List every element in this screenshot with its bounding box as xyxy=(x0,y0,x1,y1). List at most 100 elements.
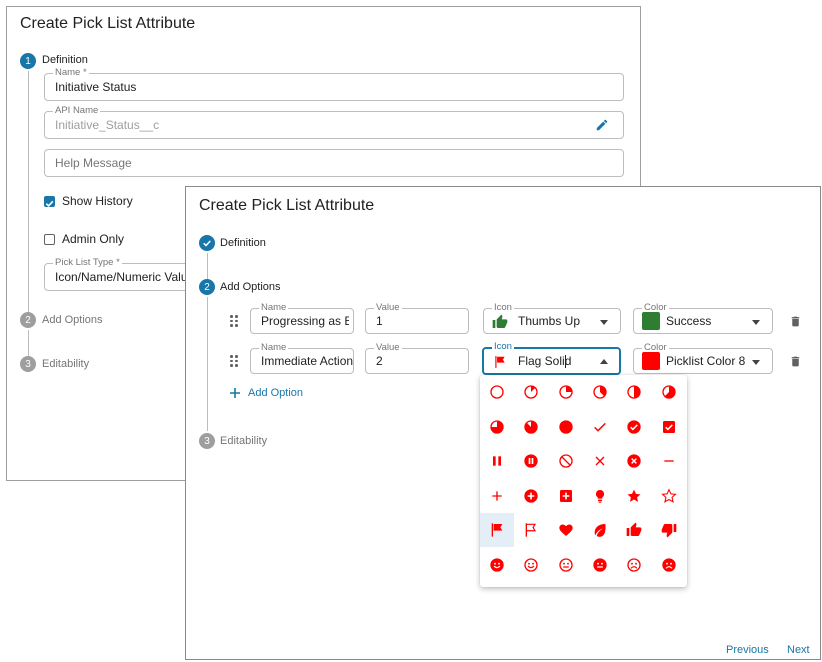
flag-outline-icon xyxy=(525,523,537,537)
plus-icon xyxy=(230,388,240,398)
circle-quarter-icon xyxy=(558,385,573,399)
icon-option-pause[interactable] xyxy=(480,444,514,478)
option-color-value: Picklist Color 8 xyxy=(666,354,746,368)
show-history-checkbox[interactable] xyxy=(44,196,55,208)
minus-icon xyxy=(663,460,674,462)
icon-option-thumbs-down[interactable] xyxy=(652,513,686,547)
step-editability-label[interactable]: Editability xyxy=(42,358,89,370)
option-value-value: 1 xyxy=(376,314,383,328)
drag-handle-icon[interactable] xyxy=(230,315,238,327)
icon-option-meh-outline[interactable] xyxy=(549,548,583,582)
icon-option-circle-three-eighths[interactable] xyxy=(583,375,617,409)
option-icon-label: Icon xyxy=(492,341,514,353)
plus-circle-icon xyxy=(524,488,538,503)
icon-option-circle-eighth[interactable] xyxy=(514,375,548,409)
step-editability-label[interactable]: Editability xyxy=(220,435,267,447)
drag-handle-icon[interactable] xyxy=(230,355,238,367)
option-name-label: Name xyxy=(259,302,289,314)
previous-button[interactable]: Previous xyxy=(726,644,769,656)
icon-option-times[interactable] xyxy=(583,444,617,478)
icon-option-circle-empty[interactable] xyxy=(480,375,514,409)
admin-only-checkbox[interactable] xyxy=(44,234,55,245)
option-value-field[interactable]: Value 2 xyxy=(365,342,469,374)
option-icon-select[interactable]: Icon Thumbs Up xyxy=(483,302,621,334)
icon-option-lightbulb[interactable] xyxy=(583,479,617,513)
meh-solid-icon xyxy=(593,557,607,572)
circle-three-eighths-icon xyxy=(593,385,607,399)
step-add-options-label[interactable]: Add Options xyxy=(220,281,281,293)
icon-option-flag-solid[interactable] xyxy=(480,513,514,547)
step-definition-label[interactable]: Definition xyxy=(220,237,266,249)
icon-option-circle-full[interactable] xyxy=(549,410,583,444)
step-definition-label[interactable]: Definition xyxy=(42,54,88,66)
icon-option-smile-solid[interactable] xyxy=(480,548,514,582)
icon-option-frown-outline[interactable] xyxy=(617,548,651,582)
icon-option-check-circle[interactable] xyxy=(617,410,651,444)
trash-icon[interactable] xyxy=(789,314,802,329)
help-message-field[interactable]: Help Message xyxy=(44,149,624,177)
option-value-field[interactable]: Value 1 xyxy=(365,302,469,334)
circle-empty-icon xyxy=(490,385,504,399)
icon-option-plus-square[interactable] xyxy=(549,479,583,513)
icon-option-meh-solid[interactable] xyxy=(583,548,617,582)
icon-option-times-circle[interactable] xyxy=(617,444,651,478)
chevron-up-icon xyxy=(600,359,608,364)
icon-option-heart[interactable] xyxy=(549,513,583,547)
option-name-field[interactable]: Name Progressing as Exp xyxy=(250,302,354,334)
pause-icon xyxy=(493,456,501,466)
smile-solid-icon xyxy=(490,557,504,572)
check-square-icon xyxy=(662,420,675,433)
icon-option-star-solid[interactable] xyxy=(617,479,651,513)
option-color-value: Success xyxy=(666,314,712,328)
icon-option-frown-solid[interactable] xyxy=(652,548,686,582)
option-icon-select-open[interactable]: Icon Flag Solid xyxy=(482,341,621,375)
pencil-icon[interactable] xyxy=(595,118,609,132)
step-add-options-label[interactable]: Add Options xyxy=(42,314,103,326)
chevron-down-icon xyxy=(600,320,608,325)
option-color-select[interactable]: Color Success xyxy=(633,302,773,334)
text-cursor xyxy=(565,355,566,368)
icon-option-ban[interactable] xyxy=(549,444,583,478)
trash-icon[interactable] xyxy=(789,354,802,369)
frown-outline-icon xyxy=(627,557,641,572)
circle-full-icon xyxy=(558,419,573,434)
icon-option-circle-half[interactable] xyxy=(617,375,651,409)
icon-option-circle-five-eighths[interactable] xyxy=(652,375,686,409)
smile-outline-icon xyxy=(524,557,538,572)
thumbs-up-icon xyxy=(626,522,642,536)
icon-option-star-outline[interactable] xyxy=(652,479,686,513)
icon-option-plus-circle[interactable] xyxy=(514,479,548,513)
icon-option-plus[interactable] xyxy=(480,479,514,513)
add-option-button[interactable]: Add Option xyxy=(229,387,303,399)
chevron-down-icon xyxy=(752,320,760,325)
circle-three-quarters-icon xyxy=(490,419,504,434)
option-name-field[interactable]: Name Immediate Action xyxy=(250,342,354,374)
icon-option-circle-seven-eighths[interactable] xyxy=(514,410,548,444)
icon-option-smile-outline[interactable] xyxy=(514,548,548,582)
option-icon-value: Thumbs Up xyxy=(518,314,581,328)
step-connector xyxy=(207,297,208,431)
step-connector xyxy=(28,330,29,356)
option-value-label: Value xyxy=(374,342,402,354)
icon-option-leaf[interactable] xyxy=(583,513,617,547)
lightbulb-icon xyxy=(595,489,604,503)
next-button[interactable]: Next xyxy=(787,644,810,656)
name-field[interactable]: Name * Initiative Status xyxy=(44,67,624,101)
step-connector xyxy=(207,253,208,279)
icon-option-check[interactable] xyxy=(583,410,617,444)
icon-option-thumbs-up[interactable] xyxy=(617,513,651,547)
heart-icon xyxy=(558,524,573,536)
times-icon xyxy=(595,456,605,466)
api-name-field[interactable]: API Name Initiative_Status__c xyxy=(44,105,624,139)
icon-option-check-square[interactable] xyxy=(652,410,686,444)
color-swatch xyxy=(642,312,660,330)
icon-option-pause-circle[interactable] xyxy=(514,444,548,478)
api-name-field-label: API Name xyxy=(53,105,101,117)
icon-option-circle-three-quarters[interactable] xyxy=(480,410,514,444)
show-history-label: Show History xyxy=(62,194,133,208)
icon-option-flag-outline[interactable] xyxy=(514,513,548,547)
circle-eighth-icon xyxy=(524,385,538,399)
icon-option-circle-quarter[interactable] xyxy=(549,375,583,409)
icon-option-minus[interactable] xyxy=(652,444,686,478)
option-color-select[interactable]: Color Picklist Color 8 xyxy=(633,342,773,374)
